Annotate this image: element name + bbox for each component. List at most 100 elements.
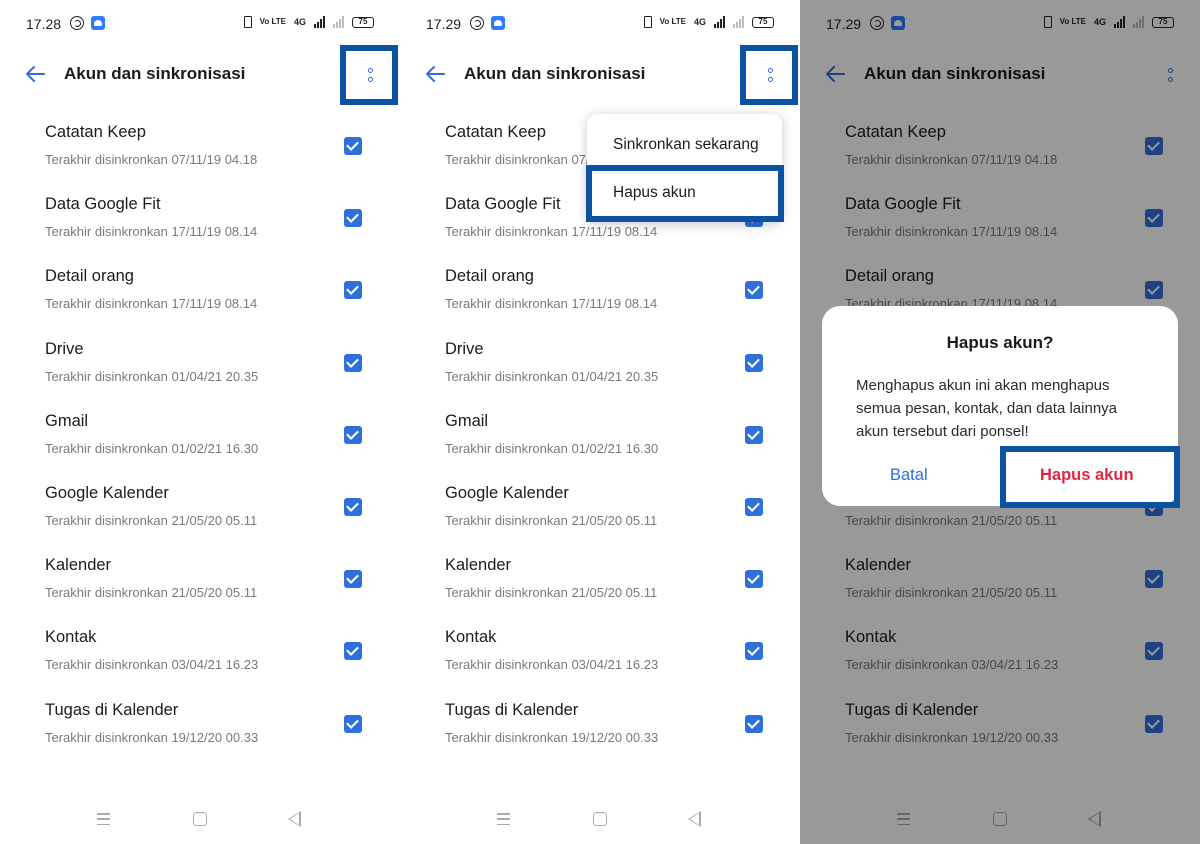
list-item[interactable]: Google Kalender Terakhir disinkronkan 21/…	[0, 473, 400, 545]
sync-checkbox[interactable]	[344, 209, 362, 228]
sync-checkbox[interactable]	[344, 497, 362, 516]
sync-checkbox[interactable]	[344, 570, 362, 589]
signal-icon	[314, 16, 325, 28]
list-item[interactable]: Catatan Keep Terakhir disinkronkan 07/11/…	[0, 112, 400, 184]
whatsapp-icon	[70, 16, 84, 30]
item-last-sync: Terakhir disinkronkan 07/11/19 04.18	[45, 152, 258, 167]
item-last-sync: Terakhir disinkronkan 01/04/21 20.35	[445, 368, 659, 384]
sync-checkbox[interactable]	[745, 281, 763, 300]
gallery-icon	[491, 16, 505, 30]
item-name: Kalender	[445, 556, 512, 575]
screen-remove-account-dialog: 17.29 Vo LTE 4G 75 Akun dan sinkronisasi	[800, 0, 1200, 844]
page-title: Akun dan sinkronisasi	[64, 64, 246, 83]
sync-checkbox[interactable]	[344, 137, 362, 155]
item-last-sync: Terakhir disinkronkan 03/04/21 16.23	[45, 657, 259, 673]
item-name: Catatan Keep	[45, 123, 146, 141]
nav-back-icon[interactable]	[688, 811, 701, 827]
list-item[interactable]: Drive Terakhir disinkronkan 01/04/21 20.3…	[0, 329, 400, 401]
sync-checkbox[interactable]	[745, 570, 763, 589]
gallery-icon	[91, 16, 105, 30]
navigation-bar	[400, 806, 800, 834]
item-name: Drive	[45, 339, 84, 358]
screenshot-stage: 17.28 Vo LTE 4G 75 Akun dan sinkronisasi	[0, 0, 1200, 844]
sync-checkbox[interactable]	[344, 425, 362, 444]
list-item[interactable]: Kontak Terakhir disinkronkan 03/04/21 16.…	[0, 617, 400, 689]
item-name: Gmail	[445, 411, 489, 430]
dialog-title: Hapus akun?	[946, 333, 1054, 352]
list-item[interactable]: Detail orang Terakhir disinkronkan 17/11/…	[0, 256, 400, 328]
item-name: Drive	[445, 339, 484, 358]
item-last-sync: Terakhir disinkronkan 21/05/20 05.11	[445, 585, 658, 601]
menu-item-sync-now[interactable]: Sinkronkan sekarang	[613, 136, 759, 154]
network-label: 4G	[293, 17, 306, 27]
sync-checkbox[interactable]	[745, 642, 763, 661]
recent-apps-icon[interactable]	[97, 813, 110, 825]
item-name: Data Google Fit	[445, 195, 561, 214]
item-name: Detail orang	[45, 267, 134, 286]
list-item[interactable]: Detail orang Terakhir disinkronkan 17/11/…	[400, 256, 800, 328]
item-last-sync: Terakhir disinkronkan 01/02/21 16.30	[45, 440, 259, 456]
item-name: Google Kalender	[445, 483, 569, 502]
item-last-sync: Terakhir disinkronkan 21/05/20 05.11	[45, 512, 258, 528]
item-last-sync: Terakhir disinkronkan 17/11/19 08.14	[445, 224, 658, 240]
vibrate-icon	[243, 16, 252, 28]
nav-back-icon[interactable]	[288, 811, 301, 827]
app-bar: Akun dan sinkronisasi	[0, 48, 400, 100]
list-item[interactable]: Google Kalender Terakhir disinkronkan 21/…	[400, 473, 800, 545]
list-item[interactable]: Kontak Terakhir disinkronkan 03/04/21 16.…	[400, 617, 800, 689]
sync-checkbox[interactable]	[344, 714, 362, 733]
home-icon[interactable]	[193, 812, 207, 826]
screen-account-sync: 17.28 Vo LTE 4G 75 Akun dan sinkronisasi	[0, 0, 400, 844]
item-last-sync: Terakhir disinkronkan 03/04/21 16.23	[445, 657, 659, 673]
menu-item-remove-account[interactable]: Hapus akun	[613, 184, 696, 202]
list-item[interactable]: Gmail Terakhir disinkronkan 01/02/21 16.3…	[400, 401, 800, 473]
item-last-sync: Terakhir disinkronkan 01/02/21 16.30	[445, 440, 659, 456]
item-name: Data Google Fit	[45, 195, 161, 214]
sync-checkbox[interactable]	[745, 425, 763, 444]
back-arrow-icon[interactable]	[24, 64, 46, 84]
list-item[interactable]: Kalender Terakhir disinkronkan 21/05/20 0…	[0, 545, 400, 617]
item-name: Catatan Keep	[445, 123, 546, 141]
sync-checkbox[interactable]	[344, 642, 362, 661]
app-bar: Akun dan sinkronisasi	[400, 48, 800, 100]
item-name: Tugas di Kalender	[45, 700, 179, 719]
item-name: Kalender	[45, 556, 112, 575]
confirm-remove-button[interactable]: Hapus akun	[1040, 466, 1134, 485]
item-name: Google Kalender	[45, 483, 169, 502]
sync-checkbox[interactable]	[344, 281, 362, 300]
list-item[interactable]: Tugas di Kalender Terakhir disinkronkan 1…	[400, 690, 800, 762]
list-item[interactable]: Gmail Terakhir disinkronkan 01/02/21 16.3…	[0, 401, 400, 473]
item-last-sync: Terakhir disinkronkan 17/11/19 08.14	[445, 296, 658, 312]
back-arrow-icon[interactable]	[424, 64, 446, 84]
status-app-icons	[470, 16, 505, 30]
list-item[interactable]: Tugas di Kalender Terakhir disinkronkan 1…	[0, 690, 400, 762]
item-name: Kontak	[445, 628, 497, 647]
navigation-bar	[0, 806, 400, 834]
sync-checkbox[interactable]	[745, 353, 763, 372]
cancel-button[interactable]: Batal	[890, 466, 928, 485]
list-item[interactable]: Kalender Terakhir disinkronkan 21/05/20 0…	[400, 545, 800, 617]
battery-icon: 75	[352, 16, 374, 28]
battery-icon: 75	[752, 16, 774, 28]
volte-label: Vo LTE	[659, 17, 686, 26]
sync-checkbox[interactable]	[745, 497, 763, 516]
status-time: 17.28	[26, 16, 62, 32]
remove-account-dialog: Hapus akun? Menghapus akun ini akan meng…	[822, 306, 1178, 506]
more-options-icon[interactable]	[364, 64, 376, 86]
more-options-icon[interactable]	[764, 64, 776, 86]
recent-apps-icon[interactable]	[497, 813, 510, 825]
dialog-message: Menghapus akun ini akan menghapus semua …	[856, 377, 1118, 440]
sync-checkbox[interactable]	[344, 353, 362, 372]
list-item[interactable]: Drive Terakhir disinkronkan 01/04/21 20.3…	[400, 329, 800, 401]
sync-checkbox[interactable]	[745, 714, 763, 733]
status-bar: 17.28 Vo LTE 4G 75	[0, 0, 400, 48]
home-icon[interactable]	[593, 812, 607, 826]
status-system-icons: Vo LTE 4G 75	[243, 16, 374, 28]
list-item[interactable]: Data Google Fit Terakhir disinkronkan 17/…	[0, 184, 400, 256]
item-last-sync: Terakhir disinkronkan 21/05/20 05.11	[445, 512, 658, 528]
item-name: Gmail	[45, 411, 89, 430]
item-last-sync: Terakhir disinkronkan 01/04/21 20.35	[45, 368, 259, 384]
signal-weak-icon	[333, 16, 344, 28]
item-name: Kontak	[45, 628, 97, 647]
page-title: Akun dan sinkronisasi	[464, 64, 646, 83]
